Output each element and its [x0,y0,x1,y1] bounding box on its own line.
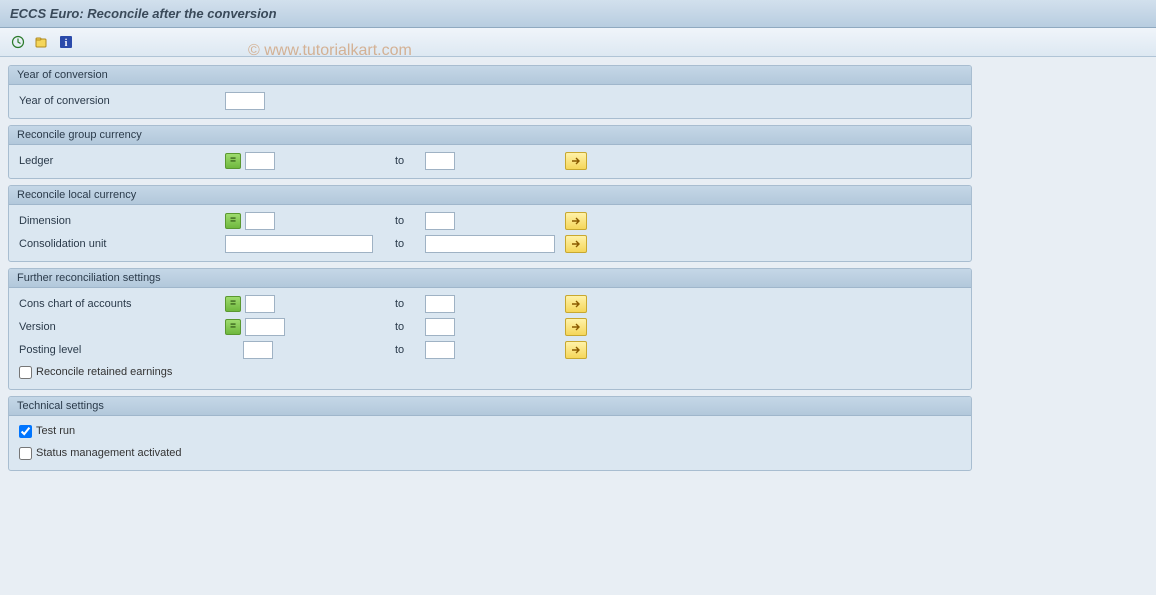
input-dimension-to[interactable] [425,212,455,230]
arrow-right-icon [570,345,582,355]
arrow-right-icon [570,322,582,332]
to-label: to [395,298,425,310]
to-label: to [395,215,425,227]
group-technical-settings: Technical settings Test run Status manag… [8,396,972,471]
checkbox-reconcile-retained[interactable] [19,366,32,379]
row-version: Version = to [15,315,965,338]
group-local-currency: Reconcile local currency Dimension = to [8,185,972,262]
row-status-mgmt: Status management activated [15,442,965,464]
checkbox-test-run[interactable] [19,425,32,438]
row-chart-accounts: Cons chart of accounts = to [15,292,965,315]
label-cons-unit: Consolidation unit [15,238,225,250]
multiple-selection-button[interactable] [565,318,587,336]
info-icon: i [59,35,73,49]
content-area: Year of conversion Year of conversion Re… [0,57,980,485]
row-dimension: Dimension = to [15,209,965,232]
toolbar: i [0,28,1156,57]
group-header: Further reconciliation settings [9,269,971,288]
group-header: Technical settings [9,397,971,416]
multiple-selection-button[interactable] [565,152,587,170]
folder-icon [35,35,49,49]
label-version: Version [15,321,225,333]
execute-button[interactable] [8,32,28,52]
page-title: ECCS Euro: Reconcile after the conversio… [0,0,1156,28]
arrow-right-icon [570,216,582,226]
group-header: Year of conversion [9,66,971,85]
label-reconcile-retained: Reconcile retained earnings [36,366,172,378]
input-cons-unit-from[interactable] [225,235,373,253]
equals-icon[interactable]: = [225,153,241,169]
row-posting-level: Posting level to [15,338,965,361]
input-chart-from[interactable] [245,295,275,313]
equals-icon[interactable]: = [225,296,241,312]
input-cons-unit-to[interactable] [425,235,555,253]
input-ledger-to[interactable] [425,152,455,170]
label-year: Year of conversion [15,95,225,107]
clock-icon [11,35,25,49]
label-ledger: Ledger [15,155,225,167]
arrow-right-icon [570,299,582,309]
info-button[interactable]: i [56,32,76,52]
label-status-mgmt: Status management activated [36,447,182,459]
input-year[interactable] [225,92,265,110]
input-version-to[interactable] [425,318,455,336]
row-test-run: Test run [15,420,965,442]
to-label: to [395,344,425,356]
input-version-from[interactable] [245,318,285,336]
get-variant-button[interactable] [32,32,52,52]
label-chart: Cons chart of accounts [15,298,225,310]
input-chart-to[interactable] [425,295,455,313]
row-consolidation-unit: Consolidation unit to [15,232,965,255]
label-dimension: Dimension [15,215,225,227]
row-reconcile-retained: Reconcile retained earnings [15,361,965,383]
label-test-run: Test run [36,425,75,437]
equals-icon[interactable]: = [225,319,241,335]
multiple-selection-button[interactable] [565,235,587,253]
input-dimension-from[interactable] [245,212,275,230]
to-label: to [395,321,425,333]
label-posting: Posting level [15,344,225,356]
to-label: to [395,155,425,167]
to-label: to [395,238,425,250]
input-posting-from[interactable] [243,341,273,359]
input-ledger-from[interactable] [245,152,275,170]
row-year: Year of conversion [15,89,965,112]
input-posting-to[interactable] [425,341,455,359]
group-year-conversion: Year of conversion Year of conversion [8,65,972,119]
group-header: Reconcile group currency [9,126,971,145]
equals-icon[interactable]: = [225,213,241,229]
arrow-right-icon [570,156,582,166]
multiple-selection-button[interactable] [565,212,587,230]
arrow-right-icon [570,239,582,249]
checkbox-status-mgmt[interactable] [19,447,32,460]
svg-text:i: i [65,38,68,49]
multiple-selection-button[interactable] [565,295,587,313]
row-ledger: Ledger = to [15,149,965,172]
group-group-currency: Reconcile group currency Ledger = to [8,125,972,179]
multiple-selection-button[interactable] [565,341,587,359]
group-further-settings: Further reconciliation settings Cons cha… [8,268,972,390]
group-header: Reconcile local currency [9,186,971,205]
